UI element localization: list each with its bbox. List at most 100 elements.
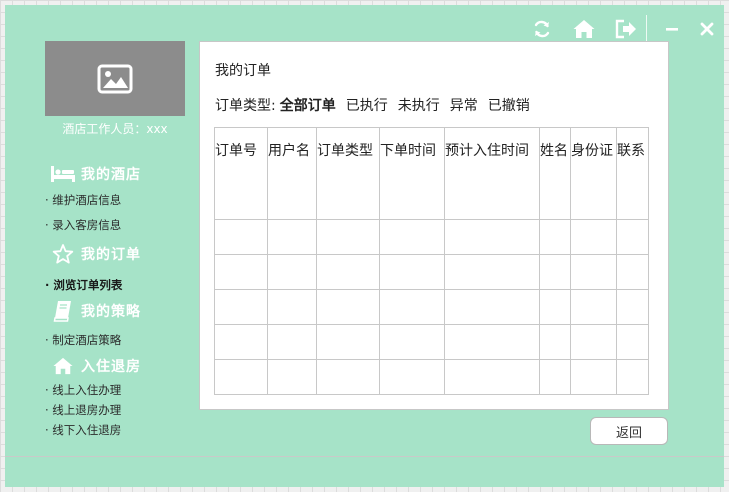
- back-button[interactable]: 返回: [590, 417, 668, 445]
- home-button[interactable]: [570, 15, 598, 43]
- filter-option-unexecuted[interactable]: 未执行: [398, 95, 440, 115]
- nav-item-offline-check-in-out[interactable]: · 线下入住退房: [45, 422, 121, 438]
- table-cell: [616, 254, 649, 290]
- nav-section-my-strategy[interactable]: 我的策略: [45, 299, 141, 323]
- nav-section-my-orders[interactable]: 我的订单: [45, 242, 141, 266]
- table-cell: [316, 289, 380, 325]
- refresh-button[interactable]: [528, 15, 556, 43]
- home-icon: [45, 356, 81, 376]
- column-header-name[interactable]: 姓名: [539, 127, 571, 220]
- nav-item-maintain-hotel-info[interactable]: · 维护酒店信息: [45, 192, 121, 208]
- table-cell: [570, 219, 617, 255]
- nav-section-title: 入住退房: [81, 359, 141, 375]
- close-icon: [700, 22, 714, 36]
- table-cell: [267, 289, 317, 325]
- table-row[interactable]: [214, 289, 649, 325]
- minimize-icon: [666, 28, 678, 31]
- table-cell: [570, 324, 617, 360]
- filter-option-revoked[interactable]: 已撤销: [488, 95, 530, 115]
- nav-section-title: 我的酒店: [81, 167, 141, 183]
- table-cell: [616, 219, 649, 255]
- nav-item-online-check-in[interactable]: · 线上入住办理: [45, 382, 121, 398]
- table-cell: [316, 324, 380, 360]
- table-cell: [214, 254, 268, 290]
- column-header-expected-check-in[interactable]: 预计入住时间: [444, 127, 540, 220]
- nav-item-set-hotel-strategy[interactable]: · 制定酒店策略: [45, 332, 121, 348]
- order-type-filter: 订单类型: 全部订单 已执行 未执行 异常 已撤销: [215, 95, 530, 115]
- table-cell: [616, 324, 649, 360]
- app-window: 酒店工作人员：xxx 我的酒店 · 维护酒店信息 · 录入客房信息 我的订单 ·…: [5, 5, 724, 487]
- filter-option-abnormal[interactable]: 异常: [450, 95, 478, 115]
- table-row[interactable]: [214, 359, 649, 395]
- nav-section-title: 我的订单: [81, 247, 141, 263]
- table-cell: [539, 219, 571, 255]
- column-header-contact[interactable]: 联系: [616, 127, 649, 220]
- table-cell: [570, 254, 617, 290]
- table-cell: [267, 359, 317, 395]
- table-cell: [316, 254, 380, 290]
- table-cell: [316, 219, 380, 255]
- table-cell: [379, 359, 445, 395]
- table-cell: [267, 254, 317, 290]
- staff-label: 酒店工作人员：xxx: [62, 122, 168, 136]
- page-title: 我的订单: [215, 63, 271, 79]
- filter-option-all[interactable]: 全部订单: [280, 95, 336, 115]
- table-cell: [570, 359, 617, 395]
- nav-item-online-check-out[interactable]: · 线上退房办理: [45, 402, 121, 418]
- minimize-button[interactable]: [658, 15, 686, 43]
- table-cell: [539, 359, 571, 395]
- image-placeholder-icon: [97, 64, 133, 93]
- refresh-icon: [534, 20, 550, 38]
- filter-label: 订单类型:: [215, 98, 276, 114]
- table-cell: [444, 219, 540, 255]
- table-cell: [616, 289, 649, 325]
- column-header-id-card[interactable]: 身份证: [570, 127, 617, 220]
- table-cell: [379, 289, 445, 325]
- close-button[interactable]: [693, 15, 721, 43]
- star-icon: [45, 243, 81, 265]
- table-cell: [214, 324, 268, 360]
- nav-item-enter-room-info[interactable]: · 录入客房信息: [45, 217, 121, 233]
- table-row[interactable]: [214, 254, 649, 290]
- table-cell: [444, 254, 540, 290]
- nav-section-title: 我的策略: [81, 304, 141, 320]
- table-cell: [444, 289, 540, 325]
- logout-button[interactable]: [612, 15, 640, 43]
- column-header-order-time[interactable]: 下单时间: [379, 127, 445, 220]
- table-header-row: 订单号 用户名 订单类型 下单时间 预计入住时间 姓名 身份证 联系: [214, 127, 649, 220]
- table-cell: [444, 359, 540, 395]
- staff-photo: [45, 41, 185, 116]
- table-cell: [539, 254, 571, 290]
- table-cell: [570, 289, 617, 325]
- table-cell: [539, 324, 571, 360]
- table-cell: [539, 289, 571, 325]
- table-cell: [214, 289, 268, 325]
- orders-panel: 我的订单 订单类型: 全部订单 已执行 未执行 异常 已撤销 订单号 用户名 订…: [199, 41, 669, 410]
- table-cell: [379, 219, 445, 255]
- table-cell: [444, 324, 540, 360]
- column-header-order-id[interactable]: 订单号: [214, 127, 268, 220]
- table-cell: [214, 359, 268, 395]
- home-icon: [573, 20, 595, 38]
- filter-option-executed[interactable]: 已执行: [346, 95, 388, 115]
- table-cell: [267, 219, 317, 255]
- column-header-username[interactable]: 用户名: [267, 127, 317, 220]
- nav-section-check-in-out[interactable]: 入住退房: [45, 354, 141, 378]
- book-icon: [45, 300, 81, 322]
- table-cell: [379, 324, 445, 360]
- table-cell: [616, 359, 649, 395]
- table-cell: [379, 254, 445, 290]
- nav-item-browse-orders[interactable]: · 浏览订单列表: [45, 277, 122, 293]
- logout-icon: [615, 19, 636, 39]
- table-row[interactable]: [214, 324, 649, 360]
- table-cell: [316, 359, 380, 395]
- titlebar-separator: [646, 15, 647, 41]
- status-bar-divider: [5, 456, 724, 457]
- nav-section-my-hotel[interactable]: 我的酒店: [45, 162, 141, 186]
- table-cell: [267, 324, 317, 360]
- table-cell: [214, 219, 268, 255]
- bed-icon: [45, 165, 81, 183]
- table-row[interactable]: [214, 219, 649, 255]
- orders-table: 订单号 用户名 订单类型 下单时间 预计入住时间 姓名 身份证 联系: [214, 127, 649, 395]
- column-header-order-type[interactable]: 订单类型: [316, 127, 380, 220]
